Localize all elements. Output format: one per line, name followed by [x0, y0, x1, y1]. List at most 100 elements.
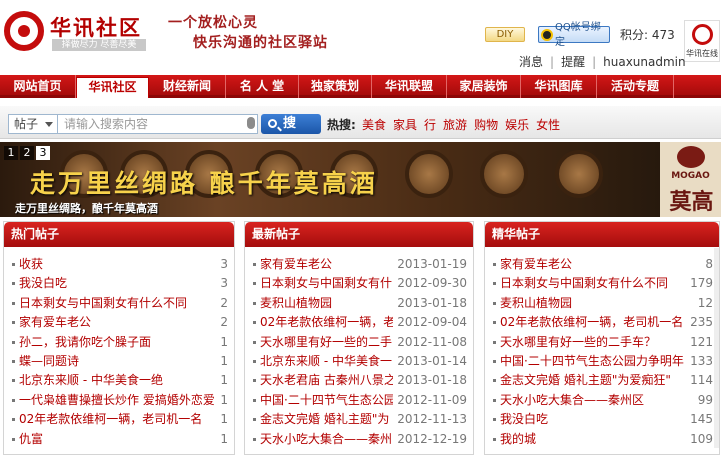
hot-word[interactable]: 娱乐 [505, 116, 529, 133]
post-title[interactable]: 收获 [19, 257, 43, 271]
notifications-link[interactable]: 提醒 [554, 53, 592, 70]
post-title[interactable]: 日本剩女与中国剩女有什 [260, 276, 392, 290]
nav-hall-of-fame[interactable]: 名 人 堂 [226, 75, 299, 98]
list-item[interactable]: 中国·二十四节气生态公园 2012-11-09 [253, 391, 467, 410]
nav-home[interactable]: 网站首页 [0, 75, 76, 98]
list-item[interactable]: 02年老款依维柯一辆，老司机一名 235 [493, 313, 713, 332]
post-title[interactable]: 中国·二十四节气生态公园力争明年 [500, 354, 684, 368]
scrollbar[interactable] [714, 248, 719, 448]
list-item[interactable]: 一代枭雄曹操擅长炒作 爱搞婚外恋爱 1 [12, 391, 228, 410]
post-title[interactable]: 麦积山植物园 [260, 296, 332, 310]
list-item[interactable]: 天水老君庙 古秦州八景之 2013-01-18 [253, 371, 467, 390]
site-logo-icon[interactable] [4, 11, 44, 51]
list-item[interactable]: 收获 3 [12, 255, 228, 274]
post-title[interactable]: 一代枭雄曹操擅长炒作 爱搞婚外恋爱 [19, 393, 215, 407]
nav-community[interactable]: 华讯社区 [76, 77, 149, 98]
post-title[interactable]: 我没白吃 [500, 412, 548, 426]
post-title[interactable]: 仇富 [19, 432, 43, 446]
avatar-logo-icon [692, 24, 713, 45]
post-title[interactable]: 北京东来顺 - 中华美食一 [260, 354, 392, 368]
post-title[interactable]: 金志文完婚 婚礼主题"为爱痴狂" [500, 373, 671, 387]
banner-page-1[interactable]: 1 [4, 146, 18, 160]
hot-word[interactable]: 家具 [393, 116, 417, 133]
post-title[interactable]: 天水哪里有好一些的二手 [260, 335, 392, 349]
hot-word[interactable]: 旅游 [443, 116, 467, 133]
hot-word[interactable]: 行 [424, 116, 436, 133]
post-title[interactable]: 02年老款依维柯一辆，老司机一名 [500, 315, 683, 329]
nav-alliance[interactable]: 华讯联盟 [372, 75, 447, 98]
list-item[interactable]: 金志文完婚 婚礼主题"为爱痴狂" 114 [493, 371, 713, 390]
post-title-wrap: 天水小吃大集合——秦州 [253, 430, 392, 449]
banner-page-3[interactable]: 3 [36, 146, 50, 160]
bullet-icon [253, 282, 256, 286]
nav-exclusive[interactable]: 独家策划 [299, 75, 372, 98]
bullet-icon [253, 340, 256, 344]
list-item[interactable]: 家有爱车老公 2 [12, 313, 228, 332]
list-item[interactable]: 天水哪里有好一些的二手 2012-11-08 [253, 333, 467, 352]
list-item[interactable]: 金志文完婚 婚礼主题"为 2012-11-13 [253, 410, 467, 429]
post-title[interactable]: 我的城 [500, 432, 536, 446]
post-count: 1 [220, 392, 228, 407]
nav-gallery[interactable]: 华讯图库 [521, 75, 597, 98]
post-title[interactable]: 中国·二十四节气生态公园 [260, 393, 393, 407]
post-title[interactable]: 家有爱车老公 [19, 315, 91, 329]
diy-button[interactable]: DIY [485, 27, 525, 42]
bullet-icon [493, 437, 496, 441]
list-item[interactable]: 仇富 1 [12, 430, 228, 449]
list-item[interactable]: 北京东来顺 - 中华美食一 2013-01-14 [253, 352, 467, 371]
microphone-icon[interactable] [247, 117, 255, 129]
post-title[interactable]: 家有爱车老公 [500, 257, 572, 271]
banner-page-2[interactable]: 2 [20, 146, 34, 160]
post-title[interactable]: 天水哪里有好一些的二手车？ [500, 335, 656, 349]
promo-banner[interactable]: 走万里丝绸路 酿千年莫高酒 走万里丝绸路，酿千年莫高酒 1 2 3 MOGAO … [0, 142, 721, 217]
messages-link[interactable]: 消息 [512, 53, 550, 70]
list-item[interactable]: 孙二，我请你吃个臊子面 1 [12, 333, 228, 352]
list-item[interactable]: 日本剩女与中国剩女有什 2012-09-30 [253, 274, 467, 293]
list-item[interactable]: 02年老款依维柯一辆，老司机一名 1 [12, 410, 228, 429]
post-title[interactable]: 家有爱车老公 [260, 257, 332, 271]
list-item[interactable]: 家有爱车老公 8 [493, 255, 713, 274]
search-button[interactable]: 搜 [261, 114, 321, 134]
list-item[interactable]: 日本剩女与中国剩女有什么不同 179 [493, 274, 713, 293]
list-item[interactable]: 蝶—同题诗 1 [12, 352, 228, 371]
banner-caption[interactable]: 走万里丝绸路，酿千年莫高酒 [15, 200, 158, 216]
hot-word[interactable]: 购物 [474, 116, 498, 133]
list-item[interactable]: 02年老款依维柯一辆，老 2012-09-04 [253, 313, 467, 332]
post-title[interactable]: 天水小吃大集合——秦州区 [500, 393, 644, 407]
post-title[interactable]: 天水老君庙 古秦州八景之 [260, 373, 393, 387]
nav-finance-news[interactable]: 财经新闻 [149, 75, 226, 98]
list-item[interactable]: 天水小吃大集合——秦州 2012-12-19 [253, 430, 467, 449]
list-item[interactable]: 中国·二十四节气生态公园力争明年 133 [493, 352, 713, 371]
list-item[interactable]: 我没白吃 3 [12, 274, 228, 293]
post-title[interactable]: 天水小吃大集合——秦州 [260, 432, 392, 446]
username-link[interactable]: huaxunadmin [596, 55, 692, 69]
post-title[interactable]: 02年老款依维柯一辆，老司机一名 [19, 412, 202, 426]
list-item[interactable]: 天水小吃大集合——秦州区 99 [493, 391, 713, 410]
post-title[interactable]: 金志文完婚 婚礼主题"为 [260, 412, 389, 426]
list-item[interactable]: 北京东来顺 - 中华美食一绝 1 [12, 371, 228, 390]
search-input[interactable]: 请输入搜索内容 [58, 114, 258, 134]
list-item[interactable]: 麦积山植物园 2013-01-18 [253, 294, 467, 313]
list-item[interactable]: 我没白吃 145 [493, 410, 713, 429]
post-title[interactable]: 麦积山植物园 [500, 296, 572, 310]
hot-word[interactable]: 美食 [362, 116, 386, 133]
nav-events[interactable]: 活动专题 [597, 75, 674, 98]
post-title[interactable]: 北京东来顺 - 中华美食一绝 [19, 373, 163, 387]
list-item[interactable]: 麦积山植物园 12 [493, 294, 713, 313]
list-item[interactable]: 我的城 109 [493, 430, 713, 449]
site-logo-name[interactable]: 华讯社区 [50, 12, 142, 42]
nav-home-decor[interactable]: 家居装饰 [447, 75, 521, 98]
list-item[interactable]: 天水哪里有好一些的二手车？ 121 [493, 333, 713, 352]
post-title[interactable]: 日本剩女与中国剩女有什么不同 [500, 276, 668, 290]
post-title[interactable]: 蝶—同题诗 [19, 354, 79, 368]
post-title[interactable]: 日本剩女与中国剩女有什么不同 [19, 296, 187, 310]
post-title[interactable]: 孙二，我请你吃个臊子面 [19, 335, 151, 349]
list-item[interactable]: 日本剩女与中国剩女有什么不同 2 [12, 294, 228, 313]
post-title[interactable]: 我没白吃 [19, 276, 67, 290]
barrel-graphic [405, 150, 453, 198]
list-item[interactable]: 家有爱车老公 2013-01-19 [253, 255, 467, 274]
search-type-select[interactable]: 帖子 [8, 114, 58, 134]
hot-word[interactable]: 女性 [536, 116, 560, 133]
post-title[interactable]: 02年老款依维柯一辆，老 [260, 315, 393, 329]
qq-bind-button[interactable]: QQ帐号绑定 [538, 22, 610, 48]
